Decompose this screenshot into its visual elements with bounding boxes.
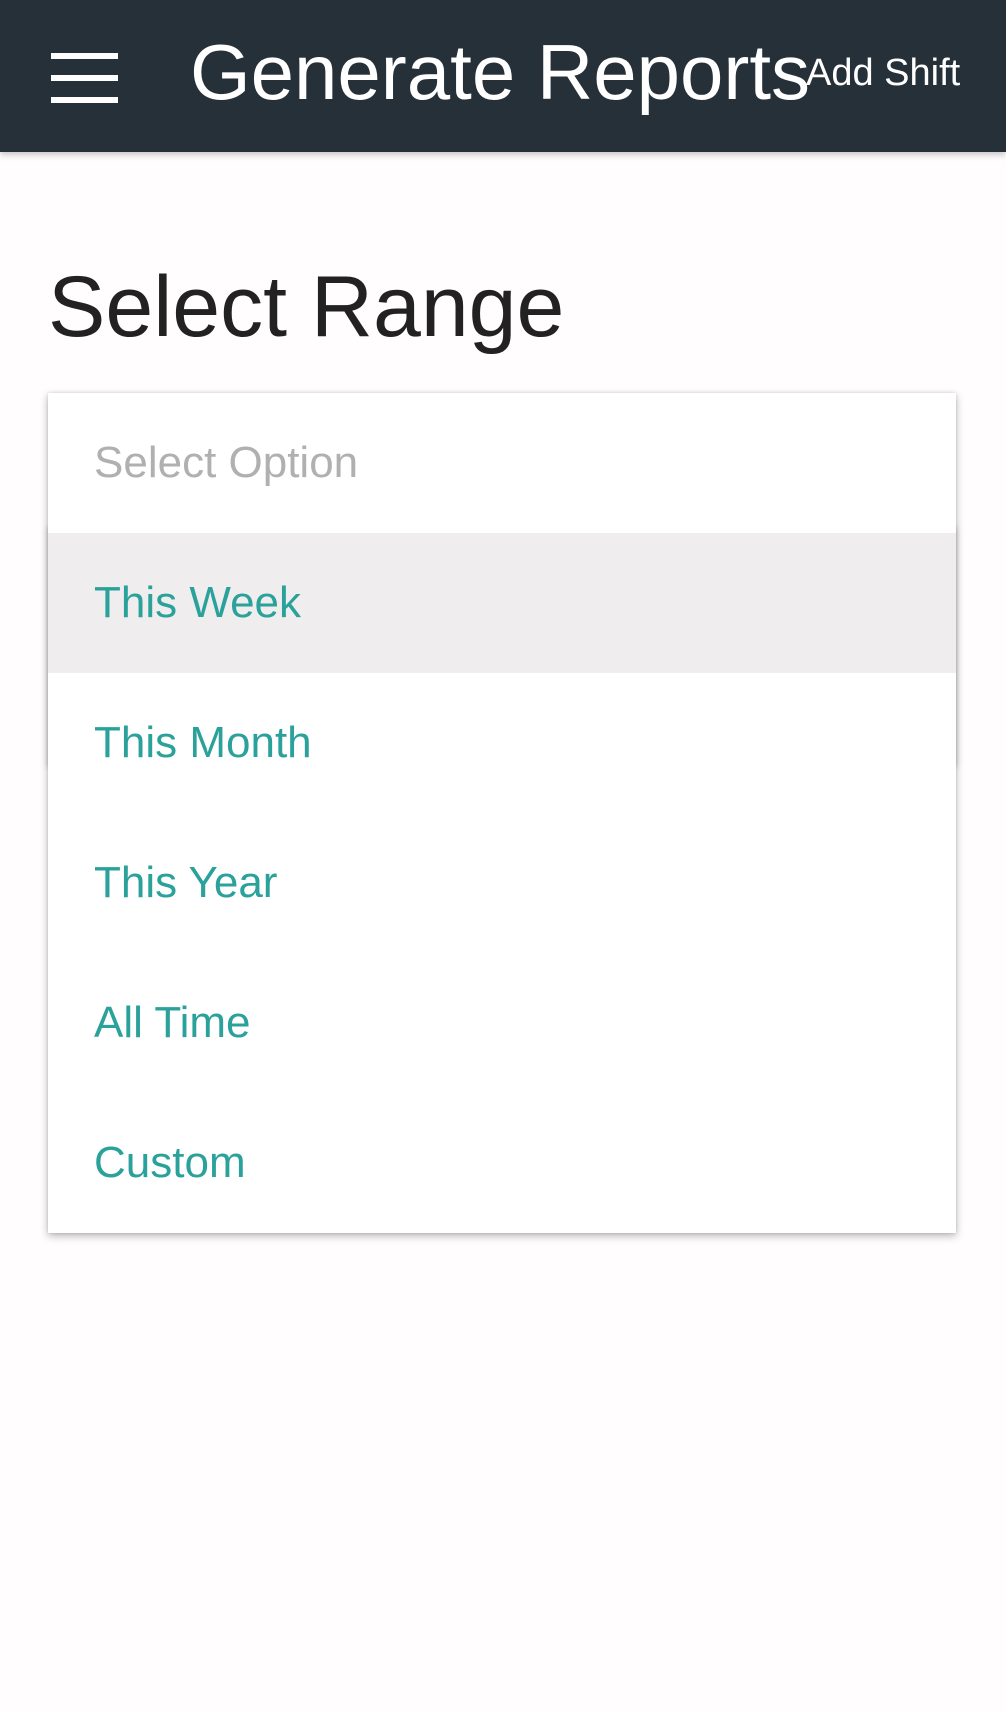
- section-title: Select Range: [48, 259, 565, 355]
- option-this-year[interactable]: This Year: [48, 813, 956, 953]
- page-title: Generate Reports: [190, 28, 811, 116]
- app-bar: Generate Reports Add Shift: [0, 0, 1006, 152]
- option-this-week[interactable]: This Week: [48, 533, 956, 673]
- range-dropdown-menu: Select Option This Week This Month This …: [48, 393, 956, 1233]
- add-shift-button[interactable]: Add Shift: [806, 40, 960, 106]
- hamburger-menu-icon: [51, 53, 118, 103]
- menu-button[interactable]: [40, 40, 128, 116]
- generate-reports-screen: Generate Reports Add Shift Select Range …: [0, 0, 1006, 1712]
- dropdown-placeholder: Select Option: [94, 438, 359, 487]
- option-all-time[interactable]: All Time: [48, 953, 956, 1093]
- option-this-month[interactable]: This Month: [48, 673, 956, 813]
- option-custom[interactable]: Custom: [48, 1093, 956, 1233]
